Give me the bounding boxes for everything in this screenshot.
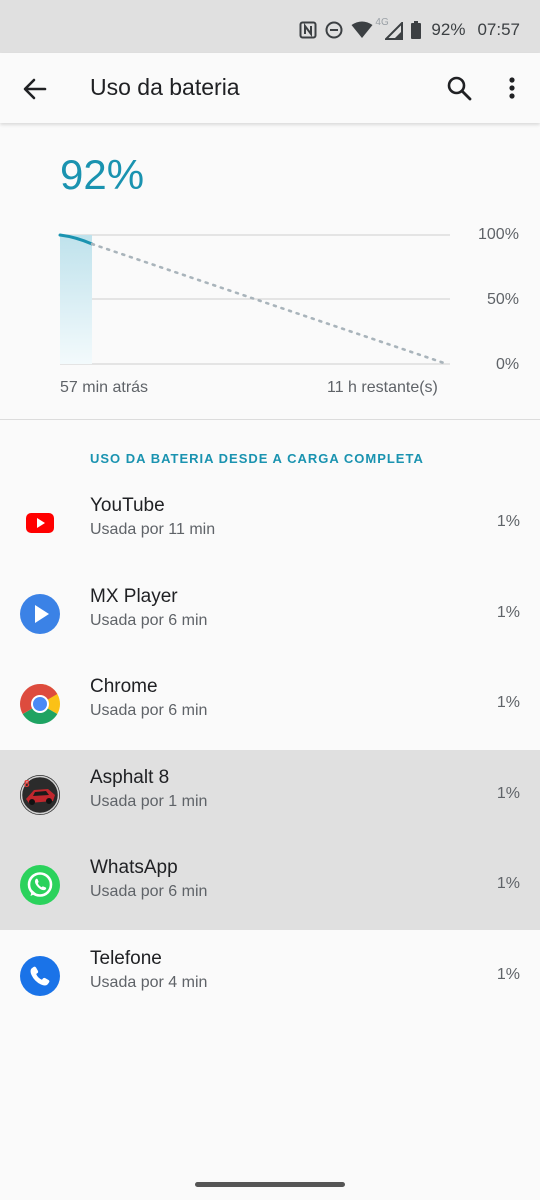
app-percent: 1% bbox=[496, 694, 520, 711]
chrome-icon bbox=[20, 684, 60, 724]
app-percent: 1% bbox=[496, 785, 520, 802]
app-row-youtube[interactable]: YouTube Usada por 11 min 1% bbox=[0, 478, 540, 568]
app-toolbar: Uso da bateria bbox=[0, 53, 540, 123]
app-name: MX Player bbox=[90, 586, 178, 607]
back-arrow-icon[interactable] bbox=[20, 74, 50, 104]
asphalt-8-icon: 8 bbox=[20, 775, 60, 815]
app-usage: Usada por 4 min bbox=[90, 974, 208, 991]
whatsapp-icon bbox=[20, 865, 60, 905]
app-usage: Usada por 6 min bbox=[90, 883, 208, 900]
app-name: Chrome bbox=[90, 676, 158, 697]
mx-player-icon bbox=[20, 594, 60, 634]
do-not-disturb-icon bbox=[325, 21, 343, 39]
app-usage: Usada por 1 min bbox=[90, 793, 208, 810]
battery-projection-line bbox=[90, 242, 449, 366]
gesture-nav-handle[interactable] bbox=[195, 1182, 345, 1187]
battery-icon bbox=[411, 21, 422, 39]
app-usage: Usada por 6 min bbox=[90, 612, 208, 629]
nfc-icon bbox=[299, 21, 317, 39]
chart-end-label: 11 h restante(s) bbox=[327, 379, 438, 396]
youtube-icon bbox=[26, 513, 54, 533]
more-vert-icon[interactable] bbox=[500, 74, 524, 104]
app-name: WhatsApp bbox=[90, 857, 178, 878]
y-tick-0: 0% bbox=[496, 356, 520, 373]
signal-icon bbox=[385, 22, 404, 40]
battery-graph bbox=[58, 233, 450, 366]
app-name: Telefone bbox=[90, 948, 162, 969]
app-usage: Usada por 11 min bbox=[90, 521, 216, 538]
app-percent: 1% bbox=[496, 875, 520, 892]
svg-text:8: 8 bbox=[24, 779, 30, 790]
phone-icon bbox=[20, 956, 60, 996]
status-battery-percent: 92% bbox=[431, 20, 466, 39]
app-row-asphalt-8[interactable]: 8 Asphalt 8 Usada por 1 min 1% bbox=[0, 750, 540, 840]
page-title: Uso da bateria bbox=[90, 74, 240, 100]
app-usage: Usada por 6 min bbox=[90, 702, 208, 719]
status-time: 07:57 bbox=[477, 20, 520, 39]
app-row-whatsapp[interactable]: WhatsApp Usada por 6 min 1% bbox=[0, 840, 540, 930]
battery-summary: 92% 100% 50% 0% 57 min atrás 11 h restan… bbox=[0, 123, 540, 420]
search-icon[interactable] bbox=[445, 74, 473, 102]
app-name: YouTube bbox=[90, 495, 165, 516]
app-row-chrome[interactable]: Chrome Usada por 6 min 1% bbox=[0, 659, 540, 749]
app-row-telefone[interactable]: Telefone Usada por 4 min 1% bbox=[0, 931, 540, 1021]
app-row-mx-player[interactable]: MX Player Usada por 6 min 1% bbox=[0, 569, 540, 659]
app-percent: 1% bbox=[496, 966, 520, 983]
app-name: Asphalt 8 bbox=[90, 767, 170, 788]
app-percent: 1% bbox=[496, 513, 520, 530]
wifi-icon bbox=[351, 21, 373, 38]
y-tick-50: 50% bbox=[487, 291, 520, 308]
status-bar: 4G 92% 07:57 bbox=[0, 0, 540, 53]
status-icons: 4G 92% 07:57 bbox=[299, 17, 520, 42]
chart-start-label: 57 min atrás bbox=[60, 379, 149, 396]
usage-section-title: USO DA BATERIA DESDE A CARGA COMPLETA bbox=[90, 451, 424, 466]
app-percent: 1% bbox=[496, 604, 520, 621]
battery-history-fill bbox=[60, 235, 92, 364]
y-tick-100: 100% bbox=[478, 226, 519, 243]
